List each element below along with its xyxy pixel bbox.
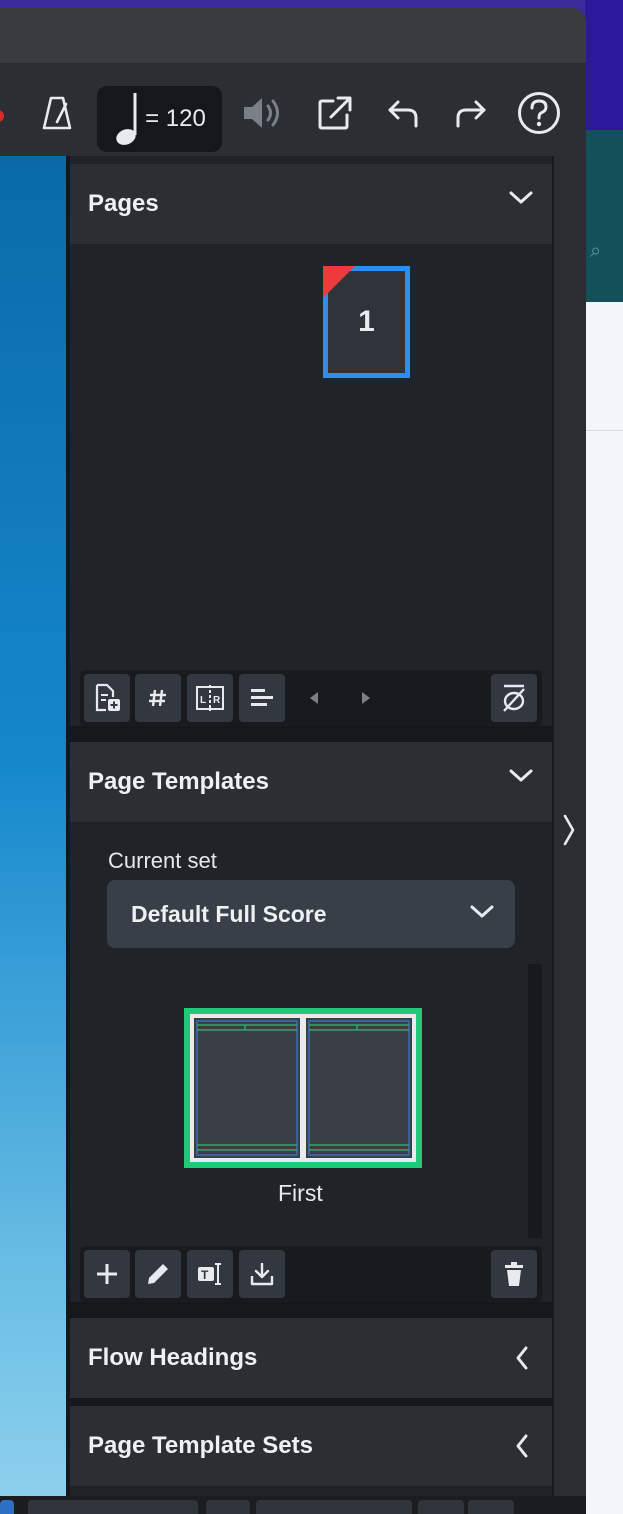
section-separator xyxy=(70,1398,552,1406)
pages-list xyxy=(70,244,552,670)
next-icon[interactable] xyxy=(343,674,389,722)
toolbar: = 120 xyxy=(0,64,586,162)
page-numbering-icon[interactable] xyxy=(135,674,181,722)
rename-icon[interactable]: T xyxy=(187,1250,233,1298)
pages-section-header[interactable]: Pages xyxy=(70,164,552,244)
chevron-down-icon xyxy=(509,191,533,204)
template-name: First xyxy=(278,1180,323,1206)
quarter-note-icon xyxy=(116,93,137,145)
chevron-left-icon xyxy=(516,1434,528,1458)
override-flag-icon xyxy=(323,266,355,298)
search-icon: ⌕ xyxy=(590,238,602,262)
page-template-sets-section-header[interactable]: Page Template Sets xyxy=(70,1406,552,1486)
template-left-page xyxy=(194,1018,300,1158)
templates-button-bar: T xyxy=(80,1246,542,1302)
tempo-display[interactable]: = 120 xyxy=(97,86,222,152)
undo-icon[interactable] xyxy=(380,64,426,162)
previous-icon[interactable] xyxy=(291,674,337,722)
desktop-background xyxy=(585,0,623,130)
section-title: Page Templates xyxy=(88,768,269,795)
record-icon[interactable] xyxy=(0,110,4,122)
template-thumbnail[interactable] xyxy=(184,1008,422,1168)
section-title: Flow Headings xyxy=(88,1344,258,1371)
add-icon[interactable] xyxy=(84,1250,130,1298)
status-tab[interactable] xyxy=(468,1500,514,1514)
pages-button-bar: L R xyxy=(80,670,542,726)
redo-icon[interactable] xyxy=(448,64,494,162)
template-right-page xyxy=(306,1018,412,1158)
page-spread-icon[interactable]: L R xyxy=(187,674,233,722)
delete-icon[interactable] xyxy=(491,1250,537,1298)
help-icon[interactable] xyxy=(514,64,564,162)
title-bar[interactable] xyxy=(0,8,586,64)
status-tab[interactable] xyxy=(28,1500,198,1514)
svg-text:R: R xyxy=(213,695,221,706)
score-canvas[interactable] xyxy=(0,156,66,1506)
status-tab[interactable] xyxy=(206,1500,250,1514)
speaker-icon[interactable] xyxy=(238,64,288,162)
current-set-select[interactable]: Default Full Score xyxy=(107,880,515,948)
templates-scrollbar[interactable] xyxy=(528,964,542,1238)
current-set-value: Default Full Score xyxy=(131,900,327,927)
chevron-left-icon xyxy=(516,1346,528,1370)
chevron-down-icon xyxy=(509,769,533,782)
status-tab[interactable] xyxy=(256,1500,412,1514)
section-separator xyxy=(70,726,552,742)
current-set-label: Current set xyxy=(108,848,217,873)
align-icon[interactable] xyxy=(239,674,285,722)
status-tab[interactable] xyxy=(0,1500,14,1514)
expand-panel-icon[interactable] xyxy=(556,810,582,850)
background-window-white xyxy=(586,302,623,1514)
page-templates-section-header[interactable]: Page Templates xyxy=(70,742,552,822)
page-number: 1 xyxy=(358,305,375,338)
svg-text:L: L xyxy=(200,695,206,706)
status-bar xyxy=(0,1496,586,1514)
flow-headings-section-header[interactable]: Flow Headings xyxy=(70,1318,552,1398)
edit-icon[interactable] xyxy=(135,1250,181,1298)
section-title: Page Template Sets xyxy=(88,1432,313,1459)
insert-page-icon[interactable] xyxy=(84,674,130,722)
chevron-down-icon xyxy=(470,905,494,918)
metronome-icon[interactable] xyxy=(38,64,76,162)
section-title: Pages xyxy=(88,190,159,217)
import-icon[interactable] xyxy=(239,1250,285,1298)
page-thumbnail[interactable]: 1 xyxy=(323,266,410,378)
status-tab[interactable] xyxy=(418,1500,464,1514)
svg-text:T: T xyxy=(201,1268,209,1282)
section-separator xyxy=(70,1302,552,1318)
background-window-teal: ⌕ xyxy=(586,130,623,302)
tempo-value: = 120 xyxy=(145,105,206,132)
clear-override-icon[interactable] xyxy=(491,674,537,722)
export-icon[interactable] xyxy=(312,64,358,162)
